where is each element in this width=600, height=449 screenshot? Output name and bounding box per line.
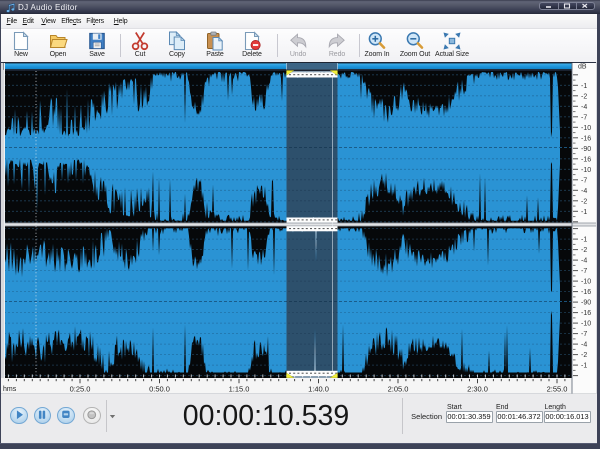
svg-text:hms: hms: [3, 386, 17, 393]
svg-text:-7: -7: [581, 114, 587, 121]
svg-text:2:55.0: 2:55.0: [547, 385, 568, 394]
svg-text:-2: -2: [581, 247, 587, 254]
svg-text:-10: -10: [581, 125, 591, 132]
svg-text:-1: -1: [581, 237, 587, 244]
svg-text:1:40.0: 1:40.0: [308, 385, 329, 394]
svg-text:dB: dB: [578, 64, 587, 71]
svg-text:0:50.0: 0:50.0: [149, 385, 170, 394]
svg-text:-16: -16: [581, 289, 591, 296]
svg-text:-7: -7: [581, 331, 587, 338]
svg-text:-16: -16: [581, 156, 591, 163]
svg-text:-4: -4: [581, 188, 587, 195]
svg-text:-2: -2: [581, 352, 587, 359]
svg-text:2:05.0: 2:05.0: [388, 385, 409, 394]
svg-text:-1: -1: [581, 209, 587, 216]
svg-text:-7: -7: [581, 177, 587, 184]
svg-text:-16: -16: [581, 310, 591, 317]
svg-text:-10: -10: [581, 279, 591, 286]
svg-text:-2: -2: [581, 198, 587, 205]
svg-text:-10: -10: [581, 321, 591, 328]
svg-text:-1: -1: [581, 363, 587, 370]
svg-text:-90: -90: [581, 146, 591, 153]
svg-text:-7: -7: [581, 268, 587, 275]
svg-text:1:15.0: 1:15.0: [229, 385, 250, 394]
svg-text:0:25.0: 0:25.0: [70, 385, 91, 394]
svg-text:-10: -10: [581, 167, 591, 174]
svg-text:-16: -16: [581, 135, 591, 142]
svg-text:-4: -4: [581, 258, 587, 265]
svg-text:-4: -4: [581, 104, 587, 111]
svg-text:-2: -2: [581, 93, 587, 100]
svg-text:-90: -90: [581, 300, 591, 307]
svg-text:-1: -1: [581, 83, 587, 90]
svg-text:2:30.0: 2:30.0: [467, 385, 488, 394]
svg-text:-4: -4: [581, 342, 587, 349]
